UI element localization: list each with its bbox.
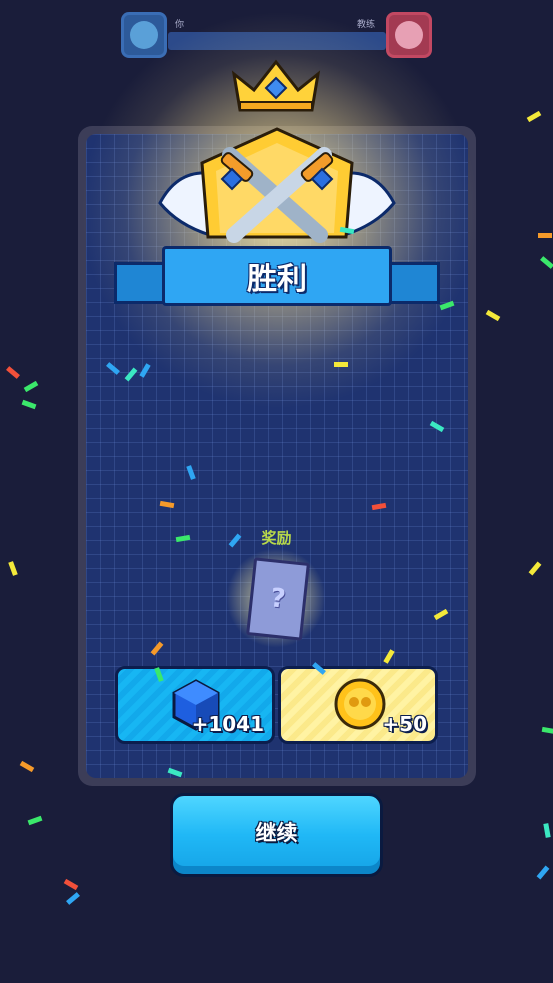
confetti <box>536 865 550 880</box>
confetti <box>27 815 43 826</box>
confetti <box>528 561 542 576</box>
crown-icon <box>231 59 321 112</box>
victory-title: 胜利 <box>247 262 307 297</box>
ribbon-tail-right <box>388 262 440 304</box>
confetti <box>63 878 79 891</box>
confetti <box>6 366 20 379</box>
crossed-swords-emblem <box>158 127 396 243</box>
confetti <box>538 233 552 238</box>
mystery-ticket-icon: ? <box>246 557 310 641</box>
victory-banner: 胜利 <box>162 246 392 306</box>
confetti <box>66 892 80 905</box>
confetti <box>526 110 542 123</box>
confetti <box>23 380 39 393</box>
ribbon-tail-left <box>114 262 166 304</box>
confetti <box>485 309 501 322</box>
mystery-mark: ? <box>268 583 288 615</box>
confetti <box>541 726 553 735</box>
continue-button[interactable]: 继续 <box>170 793 383 877</box>
gems-reward: +1041 <box>115 666 275 744</box>
coins-amount: +50 <box>382 712 427 736</box>
reward-label: 奖励 <box>261 529 292 547</box>
confetti <box>8 561 18 576</box>
gold-coin-icon <box>334 678 386 730</box>
you-label: 你 <box>175 20 185 30</box>
coins-reward: +50 <box>278 666 438 744</box>
confetti <box>19 760 35 773</box>
gems-amount: +1041 <box>191 712 264 736</box>
confetti <box>540 256 553 269</box>
continue-label: 继续 <box>255 821 298 845</box>
confetti <box>21 399 37 410</box>
confetti <box>334 362 348 367</box>
confetti <box>543 823 551 838</box>
